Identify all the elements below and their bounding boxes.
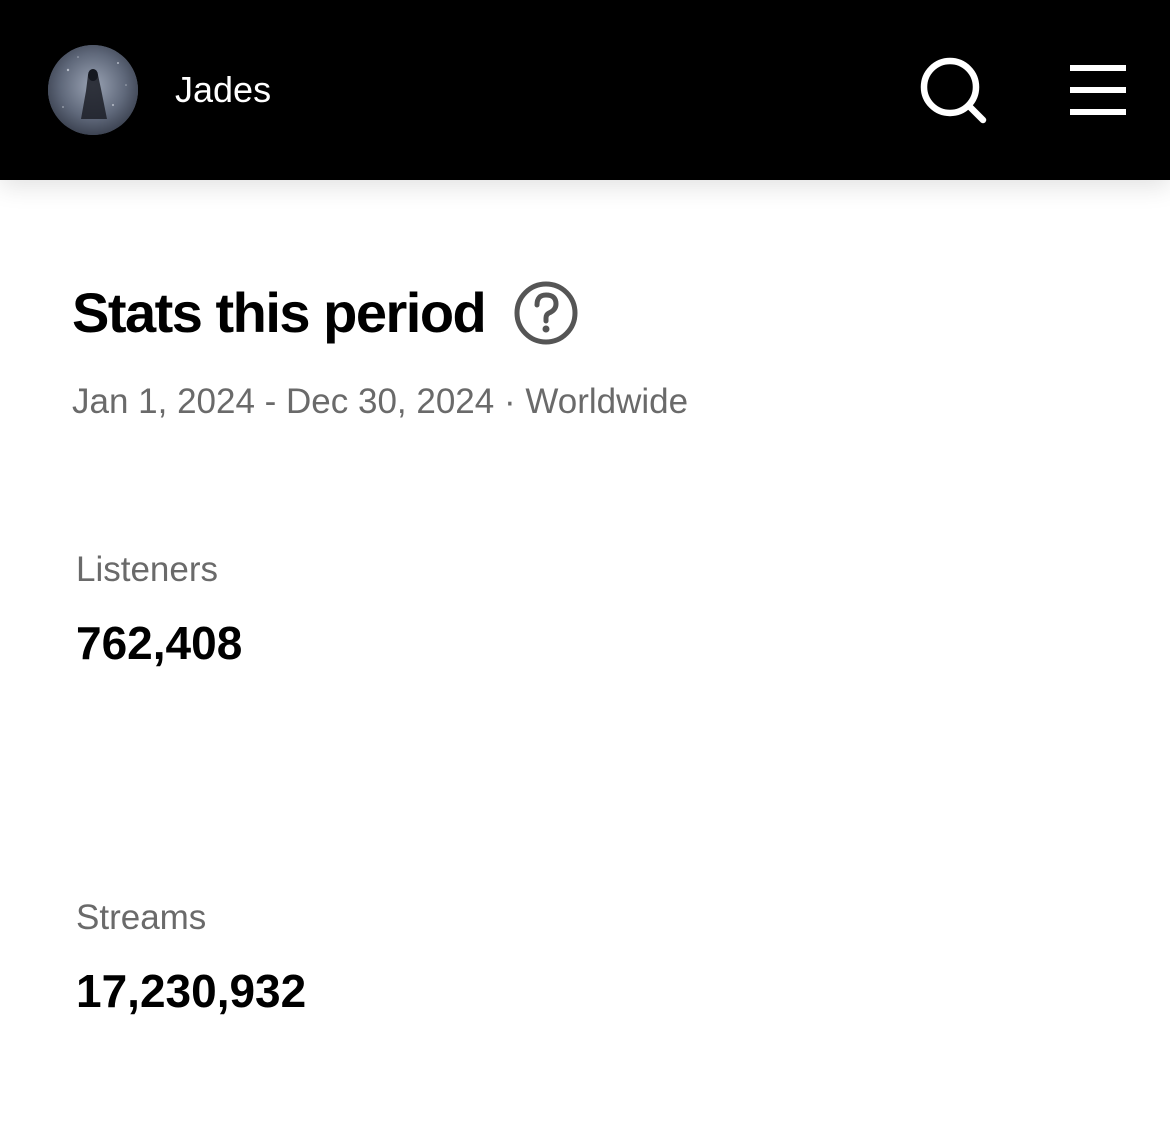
artist-avatar[interactable] [48,45,138,135]
listeners-value: 762,408 [76,617,243,669]
title-row: Stats this period [72,280,579,346]
artist-name[interactable]: Jades [175,68,271,112]
streams-label: Streams [76,898,207,937]
menu-button[interactable] [1066,60,1130,120]
streams-value: 17,230,932 [76,965,307,1017]
page-title: Stats this period [72,281,487,344]
question-circle-icon[interactable] [513,280,579,346]
hamburger-menu-icon [1070,65,1126,115]
search-icon [920,57,987,124]
top-bar: Jades [0,0,1170,180]
listeners-label: Listeners [76,550,219,589]
avatar-image [48,45,138,135]
search-button[interactable] [916,54,992,126]
date-range-subtitle: Jan 1, 2024 - Dec 30, 2024 · Worldwide [72,382,689,421]
